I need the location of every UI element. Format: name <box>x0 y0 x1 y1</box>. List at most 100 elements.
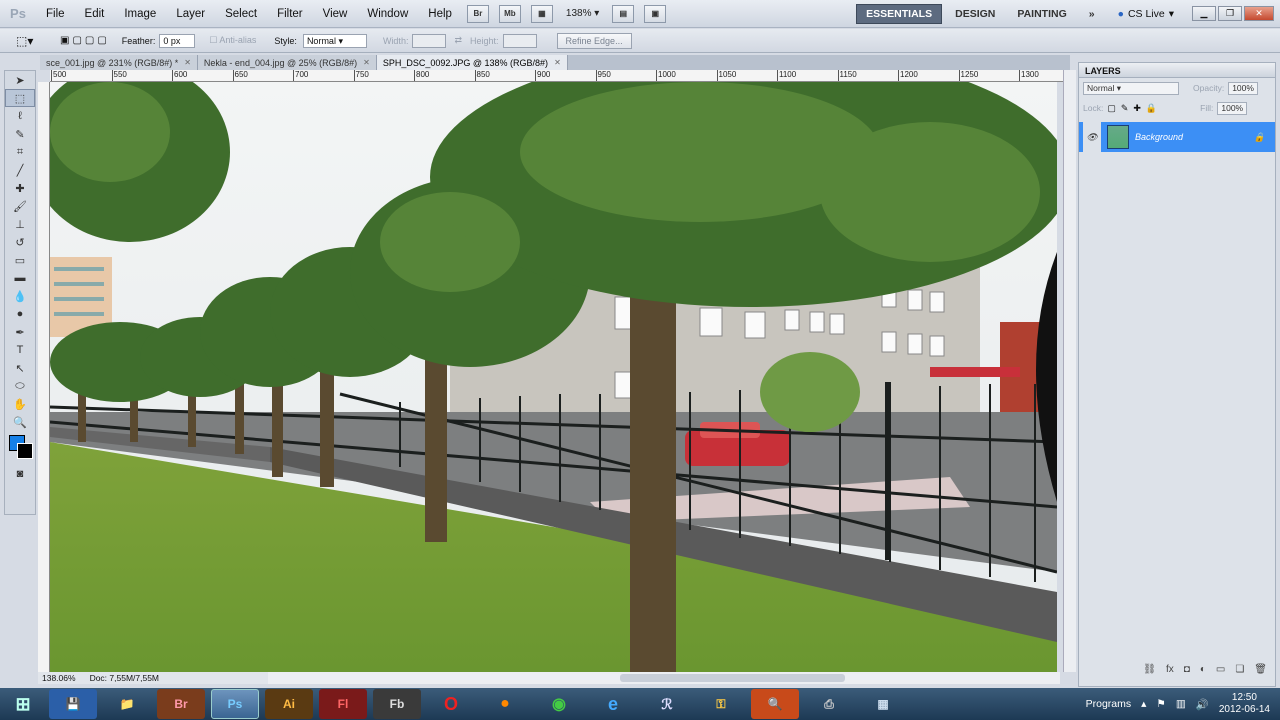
layers-tab[interactable]: LAYERS <box>1079 63 1275 78</box>
workspace-design[interactable]: DESIGN <box>946 5 1004 23</box>
tab-document-3[interactable]: SPH_DSC_0092.JPG @ 138% (RGB/8#) ✕ <box>376 55 568 70</box>
link-layers-icon[interactable]: ⛓ <box>1143 664 1156 680</box>
internet-explorer-icon[interactable]: e <box>589 689 637 719</box>
quick-select-tool-icon[interactable]: ✎ <box>5 125 35 143</box>
layer-mask-icon[interactable]: ◘ <box>1184 664 1190 680</box>
minimize-icon[interactable]: ▁ <box>1192 6 1216 21</box>
network-icon[interactable]: ▥ <box>1176 698 1186 710</box>
blur-tool-icon[interactable]: 💧 <box>5 287 35 305</box>
height-input[interactable] <box>502 33 537 48</box>
menu-help[interactable]: Help <box>418 0 462 28</box>
restore-icon[interactable]: ❐ <box>1218 6 1242 21</box>
flash-taskbar-icon[interactable]: Fl <box>319 689 367 719</box>
zoom-tool-icon[interactable]: 🔍 <box>5 413 35 431</box>
menu-window[interactable]: Window <box>357 0 418 28</box>
illustrator-taskbar-icon[interactable]: Ai <box>265 689 313 719</box>
anti-alias-checkbox[interactable]: ☐ Anti-alias <box>209 35 256 46</box>
marquee-preset-icon[interactable]: ⬚▾ <box>16 34 38 48</box>
opera-icon[interactable]: O <box>427 689 475 719</box>
image-canvas[interactable] <box>50 82 1057 672</box>
start-button-icon[interactable]: ⊞ <box>3 689 43 719</box>
stamp-tool-icon[interactable]: ⊥ <box>5 215 35 233</box>
delete-layer-icon[interactable]: 🗑 <box>1254 664 1267 680</box>
brush-tool-icon[interactable]: 🖌 <box>5 197 35 215</box>
eyedropper-tool-icon[interactable]: ╱ <box>5 161 35 179</box>
history-brush-icon[interactable]: ↺ <box>5 233 35 251</box>
swap-icon[interactable]: ⇄ <box>454 35 462 46</box>
zoom-level[interactable]: 138.06% <box>42 673 76 683</box>
dodge-tool-icon[interactable]: ● <box>5 305 35 323</box>
key-app-icon[interactable]: ⚿ <box>697 689 745 719</box>
close-tab-icon[interactable]: ✕ <box>554 58 561 67</box>
search-app-icon[interactable]: 🔍 <box>751 689 799 719</box>
programs-label[interactable]: Programs <box>1086 698 1132 710</box>
close-tab-icon[interactable]: ✕ <box>363 58 370 67</box>
opacity-input[interactable]: 100% <box>1228 81 1259 95</box>
menu-filter[interactable]: Filter <box>267 0 313 28</box>
close-icon[interactable]: ✕ <box>1244 6 1274 21</box>
workspace-essentials[interactable]: ESSENTIALS <box>856 3 943 24</box>
quick-mask-icon[interactable]: ◙ <box>5 465 35 483</box>
path-select-tool-icon[interactable]: ↖ <box>5 359 35 377</box>
vertical-scrollbar[interactable] <box>1063 70 1076 672</box>
menu-image[interactable]: Image <box>114 0 166 28</box>
menu-file[interactable]: File <box>36 0 75 28</box>
rv-app-icon[interactable]: ℛ <box>643 689 691 719</box>
more-workspaces-icon[interactable]: » <box>1080 5 1104 23</box>
tab-document-2[interactable]: Nekla - end_004.jpg @ 25% (RGB/8#) ✕ <box>197 55 377 70</box>
menu-layer[interactable]: Layer <box>166 0 215 28</box>
layer-style-icon[interactable]: fx <box>1166 664 1174 680</box>
chrome-icon[interactable]: ◉ <box>535 689 583 719</box>
layer-background[interactable]: 👁 Background 🔒 <box>1079 122 1275 152</box>
fill-input[interactable]: 100% <box>1217 101 1248 115</box>
close-tab-icon[interactable]: ✕ <box>184 58 191 67</box>
view-extras-button[interactable]: ▦ <box>530 4 553 23</box>
move-tool-icon[interactable]: ➤ <box>5 71 35 89</box>
type-tool-icon[interactable]: T <box>5 341 35 359</box>
eraser-tool-icon[interactable]: ▭ <box>5 251 35 269</box>
new-layer-icon[interactable]: ❏ <box>1235 664 1244 680</box>
marquee-tool-icon[interactable]: ⬚ <box>5 89 35 107</box>
volume-icon[interactable]: 🔊 <box>1196 698 1209 711</box>
workspace-painting[interactable]: PAINTING <box>1008 5 1075 23</box>
menu-edit[interactable]: Edit <box>75 0 115 28</box>
new-group-icon[interactable]: ▭ <box>1216 664 1225 680</box>
visibility-eye-icon[interactable]: 👁 <box>1083 122 1101 152</box>
cs-live-button[interactable]: ● CS Live ▾ <box>1118 8 1174 20</box>
arrange-documents-button[interactable]: ▤ <box>612 4 635 23</box>
gradient-tool-icon[interactable]: ▬ <box>5 269 35 287</box>
tab-document-1[interactable]: sce_001.jpg @ 231% (RGB/8#) * ✕ <box>40 55 198 70</box>
bridge-taskbar-icon[interactable]: Br <box>157 689 205 719</box>
lock-icons[interactable]: ▢✎✚🔒 <box>1107 103 1162 114</box>
menu-select[interactable]: Select <box>215 0 267 28</box>
adjustment-layer-icon[interactable]: ◐ <box>1200 664 1206 680</box>
shape-tool-icon[interactable]: ⬭ <box>5 377 35 395</box>
pen-tool-icon[interactable]: ✒ <box>5 323 35 341</box>
camera-app-icon[interactable]: ⎙ <box>805 689 853 719</box>
crop-tool-icon[interactable]: ⌗ <box>5 143 35 161</box>
width-input[interactable] <box>412 33 447 48</box>
blend-mode-select[interactable]: Normal ▾ <box>1083 81 1179 95</box>
photoshop-taskbar-icon[interactable]: Ps <box>211 689 259 719</box>
lasso-tool-icon[interactable]: ℓ <box>5 107 35 125</box>
zoom-dropdown[interactable]: 138% ▾ <box>566 8 599 19</box>
calculator-icon[interactable]: ▦ <box>859 689 907 719</box>
style-select[interactable]: Normal ▾ <box>302 33 367 48</box>
feather-input[interactable]: 0 px <box>159 33 196 48</box>
mini-bridge-button[interactable]: Mb <box>498 4 521 23</box>
bridge-button[interactable]: Br <box>466 4 489 23</box>
save-icon[interactable]: 💾 <box>49 689 97 719</box>
flash-builder-taskbar-icon[interactable]: Fb <box>373 689 421 719</box>
hand-tool-icon[interactable]: ✋ <box>5 395 35 413</box>
folder-icon[interactable]: 📁 <box>103 689 151 719</box>
screen-mode-button[interactable]: ▣ <box>644 4 667 23</box>
color-swatches-icon[interactable] <box>5 431 35 465</box>
healing-brush-icon[interactable]: ✚ <box>5 179 35 197</box>
scroll-thumb[interactable] <box>620 674 845 682</box>
flag-icon[interactable]: ⚑ <box>1156 698 1165 710</box>
firefox-icon[interactable]: ● <box>481 689 529 719</box>
tray-expand-icon[interactable]: ▴ <box>1141 698 1146 710</box>
selection-mode-icons[interactable]: ▣▢▢▢ <box>60 35 110 46</box>
clock[interactable]: 12:50 2012-06-14 <box>1219 692 1270 716</box>
refine-edge-button[interactable]: Refine Edge... <box>556 32 632 49</box>
